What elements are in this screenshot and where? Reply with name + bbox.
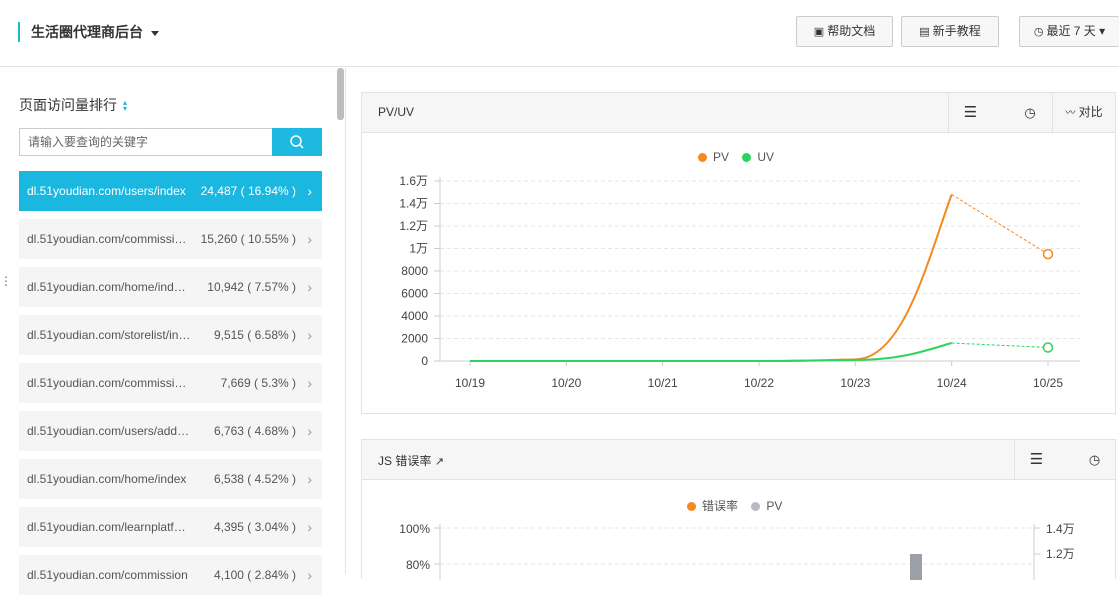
series-line-pv bbox=[470, 194, 953, 362]
caret-down-icon: ▾ bbox=[1099, 24, 1106, 38]
search-button[interactable] bbox=[272, 128, 322, 156]
top-bar: 生活圈代理商后台 ▣ 帮助文档 ▤ 新手教程 ◷ 最近 7 天 ▾ bbox=[0, 0, 1119, 67]
x-tick-label: 10/19 bbox=[455, 376, 485, 390]
search-box bbox=[19, 128, 322, 156]
page-url: dl.51youdian.com/commission bbox=[27, 568, 188, 582]
x-tick-label: 10/24 bbox=[937, 376, 967, 390]
film-icon: ▤ bbox=[919, 26, 930, 38]
x-tick-label: 10/23 bbox=[840, 376, 870, 390]
data-point bbox=[1042, 248, 1054, 260]
list-item[interactable]: dl.51youdian.com/storelist/index 9,515 ( … bbox=[19, 315, 322, 355]
y2-tick-label: 1.2万 bbox=[1046, 547, 1075, 561]
page-view-count: 24,487 ( 16.94% ) bbox=[200, 184, 296, 198]
y-tick-label: 2000 bbox=[401, 332, 428, 346]
tutorial-button[interactable]: ▤ 新手教程 bbox=[901, 16, 999, 47]
y-tick-label: 80% bbox=[406, 558, 430, 572]
page-url: dl.51youdian.com/home/index bbox=[27, 472, 187, 486]
list-item[interactable]: dl.51youdian.com/commission/index 15,260 … bbox=[19, 219, 322, 259]
help-doc-button[interactable]: ▣ 帮助文档 bbox=[796, 16, 893, 47]
chevron-right-icon: › bbox=[307, 375, 312, 391]
page-url: dl.51youdian.com/users/add/index bbox=[27, 424, 191, 438]
sidebar-scrollbar[interactable] bbox=[337, 68, 344, 120]
page-view-count: 6,538 ( 4.52% ) bbox=[213, 472, 296, 486]
x-tick-label: 10/22 bbox=[744, 376, 774, 390]
y-tick-label: 1.6万 bbox=[399, 174, 428, 188]
document-icon: ▣ bbox=[813, 26, 825, 38]
page-url: dl.51youdian.com/storelist/index bbox=[27, 328, 191, 342]
x-tick-label: 10/25 bbox=[1033, 376, 1063, 390]
page-url: dl.51youdian.com/learnplatform/index bbox=[27, 520, 191, 534]
y-tick-label: 1.2万 bbox=[399, 219, 428, 233]
y2-tick-label: 1.4万 bbox=[1046, 522, 1075, 536]
page-url: dl.51youdian.com/commission/index bbox=[27, 232, 191, 246]
chevron-right-icon: › bbox=[307, 327, 312, 343]
time-range-dropdown[interactable]: ◷ 最近 7 天 ▾ bbox=[1019, 16, 1119, 47]
series-line-uv bbox=[470, 342, 952, 362]
search-input[interactable] bbox=[19, 128, 273, 156]
x-tick-label: 10/20 bbox=[551, 376, 581, 390]
chevron-right-icon: › bbox=[307, 231, 312, 247]
list-item[interactable]: dl.51youdian.com/home/index2 10,942 ( 7.5… bbox=[19, 267, 322, 307]
clock-icon: ◷ bbox=[1033, 26, 1044, 38]
list-item[interactable]: dl.51youdian.com/commission/fetch 7,669 (… bbox=[19, 363, 322, 403]
y-tick-label: 100% bbox=[399, 522, 430, 536]
y-tick-label: 4000 bbox=[401, 309, 428, 323]
js-error-panel: JS 错误率 ↗ ☰ ◷ 错误率 PV 100% 80% 1.4万 1.2万 bbox=[361, 439, 1116, 580]
rank-title: 页面访问量排行 ▴ ▾ bbox=[19, 97, 128, 114]
list-item[interactable]: dl.51youdian.com/users/index 24,487 ( 16.… bbox=[19, 171, 322, 211]
y-tick-label: 0 bbox=[421, 354, 428, 368]
list-item[interactable]: dl.51youdian.com/home/index 6,538 ( 4.52%… bbox=[19, 459, 322, 499]
page-view-count: 7,669 ( 5.3% ) bbox=[220, 376, 296, 390]
y-tick-label: 6000 bbox=[401, 287, 428, 301]
page-view-count: 4,395 ( 3.04% ) bbox=[213, 520, 296, 534]
chevron-right-icon: › bbox=[307, 567, 312, 583]
page-view-count: 9,515 ( 6.58% ) bbox=[213, 328, 296, 342]
pv-uv-panel: PV/UV ☰ ◷ 〰 对比 PV UV 0 2000 4000 6000 8000 1万… bbox=[361, 92, 1116, 414]
list-item[interactable]: dl.51youdian.com/commission 4,100 ( 2.84%… bbox=[19, 555, 322, 595]
pv-bar[interactable] bbox=[910, 554, 922, 580]
chevron-right-icon: › bbox=[307, 279, 312, 295]
y-tick-label: 8000 bbox=[401, 264, 428, 278]
pv-uv-line-chart: 0 2000 4000 6000 8000 1万 1.2万 1.4万 1.6万 10/19 10/2… bbox=[399, 174, 1080, 390]
series-forecast-line bbox=[951, 342, 1049, 348]
page-url: dl.51youdian.com/users/index bbox=[27, 184, 186, 198]
app-title-dropdown[interactable]: 生活圈代理商后台 bbox=[18, 22, 159, 42]
caret-down-icon bbox=[151, 30, 159, 36]
page-view-count: 4,100 ( 2.84% ) bbox=[213, 568, 296, 582]
x-tick-label: 10/21 bbox=[648, 376, 678, 390]
y-tick-label: 1万 bbox=[409, 242, 428, 256]
page-url: dl.51youdian.com/commission/fetch bbox=[27, 376, 191, 390]
y-tick-label: 1.4万 bbox=[399, 197, 428, 211]
page-view-count: 10,942 ( 7.57% ) bbox=[207, 280, 296, 294]
chevron-right-icon: › bbox=[307, 183, 312, 199]
js-error-bar-chart: 100% 80% 1.4万 1.2万 bbox=[399, 522, 1075, 580]
page-url: dl.51youdian.com/home/index2 bbox=[27, 280, 191, 294]
search-icon bbox=[290, 135, 304, 149]
list-item[interactable]: dl.51youdian.com/learnplatform/index 4,39… bbox=[19, 507, 322, 547]
data-point bbox=[1042, 342, 1054, 353]
chevron-right-icon: › bbox=[307, 423, 312, 439]
page-view-count: 15,260 ( 10.55% ) bbox=[200, 232, 296, 246]
chevron-right-icon: › bbox=[307, 471, 312, 487]
series-forecast-line bbox=[951, 194, 1049, 255]
page-view-count: 6,763 ( 4.68% ) bbox=[213, 424, 296, 438]
list-item[interactable]: dl.51youdian.com/users/add/index 6,763 ( … bbox=[19, 411, 322, 451]
chevron-right-icon: › bbox=[307, 519, 312, 535]
app-title: 生活圈代理商后台 bbox=[31, 24, 143, 40]
sort-icon[interactable]: ▴ ▾ bbox=[123, 99, 127, 113]
